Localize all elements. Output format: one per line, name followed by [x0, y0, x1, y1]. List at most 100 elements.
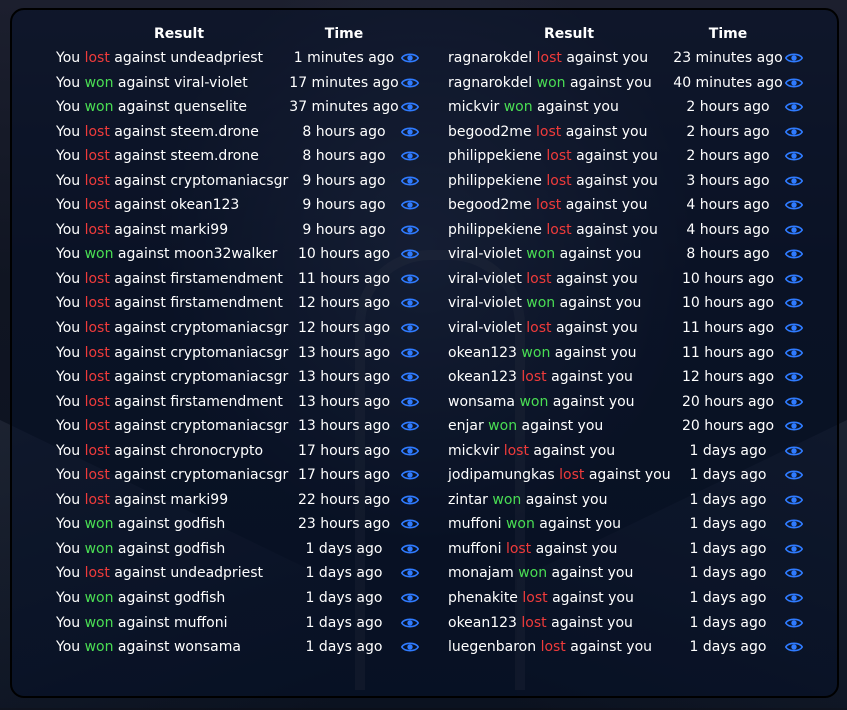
battle-time: 1 days ago	[689, 491, 767, 508]
battle-outcome: lost	[559, 467, 585, 484]
battle-outcome: lost	[84, 123, 110, 140]
battle-outcome: won	[492, 491, 522, 508]
eye-icon[interactable]	[785, 150, 803, 162]
opponent-name: against you	[531, 540, 618, 557]
eye-icon[interactable]	[785, 175, 803, 187]
eye-icon[interactable]	[785, 396, 803, 408]
eye-icon[interactable]	[401, 347, 419, 359]
player-name: You	[56, 393, 85, 410]
eye-icon[interactable]	[401, 494, 419, 506]
eye-icon[interactable]	[785, 224, 803, 236]
opponent-name: against you	[551, 320, 638, 337]
battle-outcome: lost	[536, 50, 562, 66]
player-name: You	[56, 516, 85, 533]
eye-icon[interactable]	[401, 175, 419, 187]
opponent-name: against you	[546, 369, 633, 386]
eye-icon[interactable]	[785, 199, 803, 211]
battle-result-text: viral-violet lost against you	[448, 267, 638, 292]
eye-icon[interactable]	[401, 518, 419, 530]
opponent-name: against cryptomaniacsgr	[109, 369, 289, 386]
battle-result-text: You lost against cryptomaniacsgr	[56, 169, 288, 194]
eye-icon[interactable]	[401, 248, 419, 260]
battle-outcome: lost	[84, 565, 110, 582]
eye-icon[interactable]	[785, 52, 803, 64]
battle-time: 13 hours ago	[297, 418, 391, 435]
eye-icon[interactable]	[785, 567, 803, 579]
eye-icon[interactable]	[401, 77, 419, 89]
eye-icon[interactable]	[785, 77, 803, 89]
player-name: okean123	[448, 344, 522, 361]
battle-time: 12 hours ago	[681, 369, 775, 386]
eye-icon[interactable]	[401, 273, 419, 285]
battle-time: 37 minutes ago	[289, 99, 399, 116]
battle-result-text: You lost against marki99	[56, 218, 228, 243]
eye-icon[interactable]	[401, 199, 419, 211]
battle-time: 17 hours ago	[297, 467, 391, 484]
eye-icon[interactable]	[401, 101, 419, 113]
eye-icon[interactable]	[401, 126, 419, 138]
eye-icon[interactable]	[785, 126, 803, 138]
eye-icon[interactable]	[785, 347, 803, 359]
eye-icon[interactable]	[785, 445, 803, 457]
player-name: You	[56, 639, 85, 656]
eye-icon[interactable]	[785, 641, 803, 653]
player-name: viral-violet	[448, 246, 527, 263]
eye-icon[interactable]	[785, 420, 803, 432]
eye-icon[interactable]	[785, 543, 803, 555]
eye-icon[interactable]	[785, 248, 803, 260]
battle-outcome: lost	[522, 590, 548, 607]
eye-icon[interactable]	[785, 101, 803, 113]
eye-icon[interactable]	[401, 322, 419, 334]
battle-result-text: You lost against marki99	[56, 488, 228, 513]
eye-icon[interactable]	[401, 420, 419, 432]
player-name: You	[56, 99, 85, 116]
battle-time: 11 hours ago	[681, 320, 775, 337]
player-name: okean123	[448, 369, 522, 386]
battle-outcome: lost	[521, 614, 547, 631]
eye-icon[interactable]	[401, 592, 419, 604]
eye-icon[interactable]	[401, 469, 419, 481]
eye-icon[interactable]	[785, 273, 803, 285]
opponent-name: against you	[521, 491, 608, 508]
eye-icon[interactable]	[785, 297, 803, 309]
eye-icon[interactable]	[401, 297, 419, 309]
eye-icon[interactable]	[785, 371, 803, 383]
eye-icon[interactable]	[401, 224, 419, 236]
battle-time: 22 hours ago	[297, 491, 391, 508]
battle-result-text: zintar won against you	[448, 488, 608, 513]
eye-icon[interactable]	[785, 469, 803, 481]
eye-icon[interactable]	[785, 494, 803, 506]
eye-icon[interactable]	[401, 52, 419, 64]
eye-icon[interactable]	[401, 150, 419, 162]
player-name: You	[56, 50, 85, 66]
eye-icon[interactable]	[401, 567, 419, 579]
eye-icon[interactable]	[401, 641, 419, 653]
battle-result-text: monajam won against you	[448, 561, 633, 586]
battle-result-text: You won against moon32walker	[56, 242, 277, 267]
battle-outcome: lost	[84, 344, 110, 361]
battle-outcome: won	[84, 99, 114, 116]
eye-icon[interactable]	[401, 543, 419, 555]
eye-icon[interactable]	[785, 592, 803, 604]
eye-icon[interactable]	[401, 396, 419, 408]
eye-icon[interactable]	[401, 371, 419, 383]
opponent-name: against quenselite	[113, 99, 248, 116]
battle-time: 1 days ago	[689, 639, 767, 656]
battle-result-text: You lost against cryptomaniacsgr	[56, 341, 288, 366]
battle-outcome: lost	[526, 320, 552, 337]
battle-result-text: luegenbaron lost against you	[448, 635, 652, 660]
eye-icon[interactable]	[785, 322, 803, 334]
battle-result-text: enjar won against you	[448, 414, 603, 439]
player-name: You	[56, 295, 85, 312]
battle-result-text: You lost against steem.drone	[56, 144, 259, 169]
eye-icon[interactable]	[401, 445, 419, 457]
battle-result-text: You won against godfish	[56, 512, 225, 537]
battle-outcome: lost	[84, 442, 110, 459]
battle-time: 20 hours ago	[681, 393, 775, 410]
eye-icon[interactable]	[785, 518, 803, 530]
eye-icon[interactable]	[785, 617, 803, 629]
player-name: You	[56, 491, 85, 508]
battle-outcome: lost	[84, 172, 110, 189]
time-header: Time	[324, 26, 364, 42]
eye-icon[interactable]	[401, 617, 419, 629]
